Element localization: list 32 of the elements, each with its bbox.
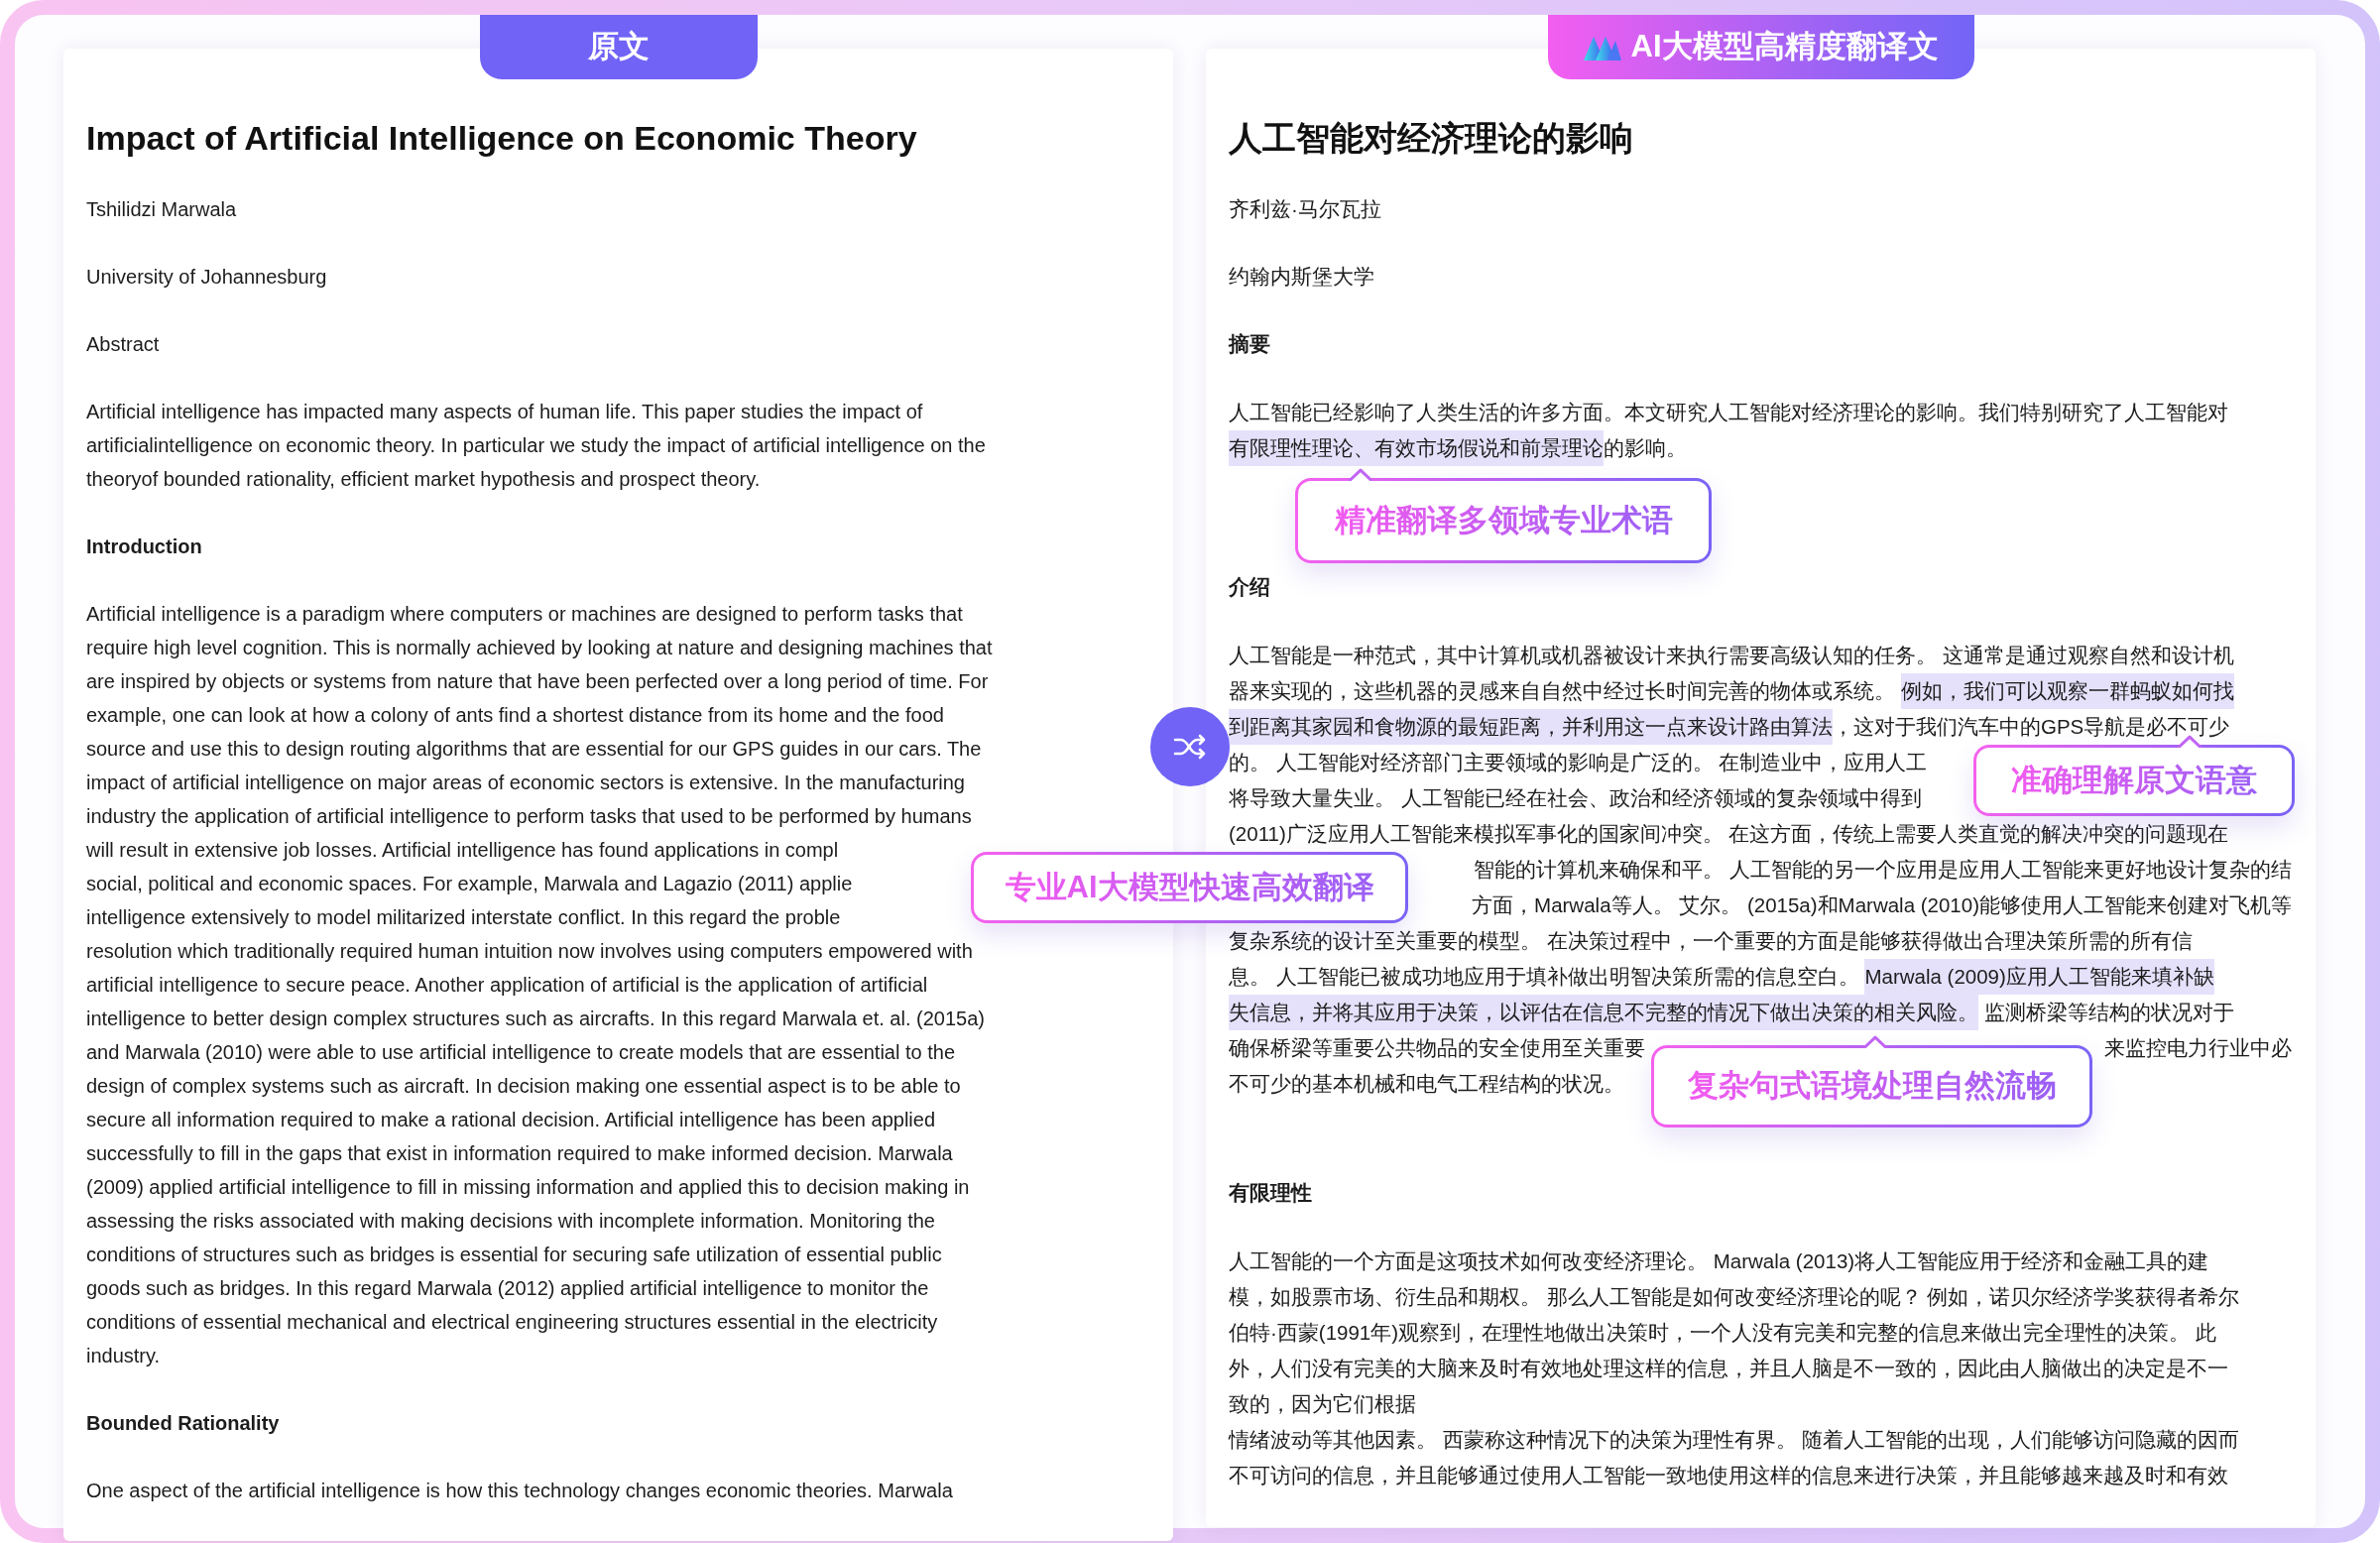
panel-title: 原文 [587, 28, 650, 66]
paragraph: (2011)广泛应用人工智能来模拟军事化的国家间冲突。 在这方面，传统上需要人类直觉的解决冲突的问题现在 [1229, 821, 2229, 847]
text-line: Abstract [86, 332, 161, 357]
section-heading: Introduction [86, 534, 203, 559]
paragraph: 人工智能已经影响了人类生活的许多方面。本文研究人工智能对经济理论的影响。我们特别研究了人工智能对 有限理性理论、有效市场假说和前景理论的影响。 [1229, 395, 2228, 466]
paragraph: 不可少的基本机械和电气工程结构的状况。 [1229, 1071, 1624, 1097]
paragraph: 智能的计算机来确保和平。 人工智能的另一个应用是应用人工智能来更好地设计复杂的结 方面，Marwala等人。 艾尔。 (2015a)和Marwala (2010)能够使用人工智能来创建对飞机等 [1472, 857, 2292, 918]
text-line: 约翰内斯堡大学 [1229, 264, 1375, 290]
paragraph: Artificial intelligence has impacted many aspects of human life. This paper studies the impact of artificialintelligence on economic theory. In particular we study the impact of artificial intelligence on the theoryof bounded rationality, efficient market hypothesis and prospect theory. [86, 400, 986, 492]
paragraph: 人工智能是一种范式，其中计算机或机器被设计来执行需要高级认知的任务。 这通常是通过观察自然和设计机 器来实现的，这些机器的灵感来自自然中经过长时间完善的物体或系统。 例如，我们可以观察一群蚂蚁如何找 到距离其家园和食物源的最短距离，并利用这一点来设计路由算法，这对于我们汽车中的GPS导航是必不可少 [1229, 638, 2234, 745]
text-line: Tshilidzi Marwala [86, 197, 238, 222]
shuffle-icon [1173, 733, 1207, 761]
paragraph: 人工智能的一个方面是这项技术如何改变经济理论。 Marwala (2013)将人工智能应用于经济和金融工具的建 模，如股票市场、衍生品和期权。 那么人工智能是如何改变经济理论的呢？ 例如，诺贝尔经济学奖获得者希尔 伯特·西蒙(1991年)观察到，在理性地做出决策时，一个人没有完美和完整的信息来做出完全理性的决策。 此 外，人们没有完美的大脑来及时有效地处理这样的信息，并且人脑是不一致的，因此由人脑做出的决定是不一 致的，因为它们根据 情绪波动等其他因素。 西蒙称这种情况下的决策为理性有界。 随着人工智能的出现，人们能够访问隐藏的因而 不可访问的信息，并且能够通过使用人工智能一致地使用这样的信息来进行决策，并且能够越来越及时和有效 [1229, 1248, 2240, 1488]
paragraph-text: 确保桥梁等重要公共物品的安全使用至关重要 [1229, 1035, 1645, 1061]
paragraph-text: 来监控电力行业中必 [2104, 1035, 2292, 1061]
paragraph: One aspect of the artificial intelligence is how this technology changes economic theories. Marwala [86, 1479, 953, 1503]
paragraph: resolution which traditionally required human intuition now involves using computers empowered with artificial intelligence to secure peace. Another application of artificial is the application of artificial intelligence to better design complex structures such as aircrafts. In this regard Marwala et. al. (2015a) and Marwala (2010) were able to use artificial intelligence to create models that are essential to the design of complex systems such as aircraft. In decision making one essential aspect is to be able to secure all information required to make a rational decision. Artificial intelligence has been applied successfully to fill in the gaps that exist in information required to make informed decision. Marwala (2009) applied artificial intelligence to fill in missing information and applied this to decision making in assessing the risks associated with making decisions with incomplete information. Monitoring the conditions of structures such as bridges is essential for securing safe utilization of essential public goods such as bridges. In this regard Marwala (2012) applied artificial intelligence to monitor the conditions of essential mechanical and electrical engineering structures essential in the electricity industry. [86, 939, 985, 1368]
paragraph: 复杂系统的设计至关重要的模型。 在决策过程中，一个重要的方面是能够获得做出合理决策所需的所有信 息。 人工智能已被成功地应用于填补做出明智决策所需的信息空白。 Marwala (2009)应用人工智能来填补缺 失信息，并将其应用于决策，以评估在信息不完整的情况下做出决策的相关风险。 监测桥梁等结构的状况对于 [1229, 923, 2234, 1030]
callout: 精准翻译多领域专业术语 [1295, 478, 1712, 563]
callout: 复杂句式语境处理自然流畅 [1651, 1045, 2092, 1128]
callout: 准确理解原文语意 [1973, 745, 2295, 816]
section-heading: 有限理性 [1229, 1180, 1313, 1206]
panel-title: AI大模型高精度翻译文 [1630, 28, 1939, 66]
text-line: University of Johannesburg [86, 265, 328, 290]
document-title: Impact of Artificial Intelligence on Economic Theory [86, 118, 918, 159]
section-heading: 介绍 [1229, 574, 1271, 600]
section-heading: 摘要 [1229, 331, 1271, 357]
document-title: 人工智能对经济理论的影响 [1229, 118, 1634, 159]
callout: 专业AI大模型快速高效翻译 [971, 852, 1408, 923]
paragraph: 的。 人工智能对经济部门主要领域的影响是广泛的。 在制造业中，应用人工 将导致大量失业。 人工智能已经在社会、政治和经济领域的复杂领域中得到 [1229, 750, 1928, 811]
text-line: 齐利兹·马尔瓦拉 [1229, 196, 1382, 222]
section-heading: Bounded Rationality [86, 1411, 281, 1436]
